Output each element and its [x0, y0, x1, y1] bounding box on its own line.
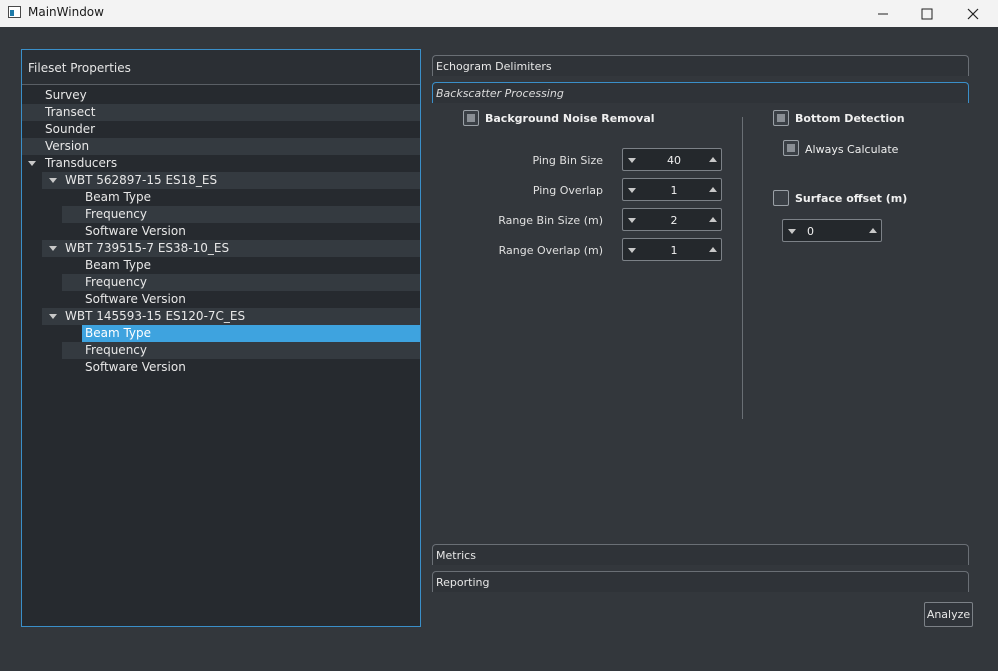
range-overlap-spinbox[interactable]: 1 [622, 238, 722, 261]
tree-item-label: WBT 145593-15 ES120-7C_ES [65, 309, 246, 323]
tree-item-sounder[interactable]: Sounder [22, 121, 420, 138]
decrement-icon[interactable] [788, 229, 796, 234]
always-calculate-label: Always Calculate [805, 143, 899, 156]
tree-item-label: Sounder [45, 122, 96, 136]
tab-echogram-delimiters[interactable]: Echogram Delimiters [432, 55, 969, 76]
fileset-properties-panel: Fileset Properties Survey Transect Sound… [21, 49, 421, 627]
tree-item-beam-type[interactable]: Beam Type [62, 189, 420, 206]
tree-item-software-version[interactable]: Software Version [62, 223, 420, 240]
tab-label: Metrics [436, 549, 476, 562]
tree-item-label: WBT 739515-7 ES38-10_ES [65, 241, 230, 255]
fileset-properties-title: Fileset Properties [28, 61, 131, 75]
decrement-icon[interactable] [628, 188, 636, 193]
fileset-properties-header: Fileset Properties [22, 50, 420, 85]
surface-offset-spinbox[interactable]: 0 [782, 219, 882, 242]
tree-item-label: Frequency [85, 275, 147, 289]
decrement-icon[interactable] [628, 218, 636, 223]
tree-item-beam-type[interactable]: Beam Type [62, 257, 420, 274]
range-overlap-value: 1 [670, 244, 678, 257]
tree-item-label: Transect [45, 105, 96, 119]
minimize-icon [878, 13, 888, 14]
tree-item-label: Version [45, 139, 90, 153]
tab-label: Echogram Delimiters [436, 60, 552, 73]
tab-label: Reporting [436, 576, 490, 589]
tree-item-transducer-2[interactable]: WBT 739515-7 ES38-10_ES [42, 240, 420, 257]
analyze-button[interactable]: Analyze [924, 602, 973, 627]
tree-item-label: Software Version [85, 360, 186, 374]
main-window: MainWindow Fileset Properties Survey Tra… [0, 0, 998, 671]
tree-item-version[interactable]: Version [22, 138, 420, 155]
always-calculate-checkbox[interactable] [783, 140, 799, 156]
increment-icon[interactable] [709, 247, 717, 252]
tree-item-beam-type-selected[interactable]: Beam Type [82, 325, 420, 342]
background-noise-removal-label: Background Noise Removal [485, 112, 655, 125]
minimize-button[interactable] [860, 0, 906, 27]
ping-overlap-spinbox[interactable]: 1 [622, 178, 722, 201]
ping-overlap-label: Ping Overlap [532, 184, 603, 197]
tab-metrics[interactable]: Metrics [432, 544, 969, 565]
vertical-divider [742, 117, 743, 419]
tab-reporting[interactable]: Reporting [432, 571, 969, 592]
tree-item-transducer-3[interactable]: WBT 145593-15 ES120-7C_ES [42, 308, 420, 325]
background-noise-removal-checkbox[interactable] [463, 110, 479, 126]
maximize-button[interactable] [904, 0, 950, 27]
expand-arrow-icon[interactable] [49, 178, 57, 183]
tree-item-label: Software Version [85, 292, 186, 306]
close-button[interactable] [950, 0, 996, 27]
increment-icon[interactable] [869, 228, 877, 233]
close-icon [967, 8, 979, 19]
tree-item-label: Frequency [85, 343, 147, 357]
tree-item-label: WBT 562897-15 ES18_ES [65, 173, 218, 187]
ping-bin-size-label: Ping Bin Size [532, 154, 603, 167]
bottom-detection-checkbox[interactable] [773, 110, 789, 126]
maximize-icon [921, 8, 933, 19]
expand-arrow-icon[interactable] [49, 246, 57, 251]
tree-item-frequency[interactable]: Frequency [62, 206, 420, 223]
increment-icon[interactable] [709, 217, 717, 222]
tree-item-label: Beam Type [85, 190, 152, 204]
surface-offset-label: Surface offset (m) [795, 192, 908, 205]
app-window-icon [8, 6, 21, 18]
surface-offset-value: 0 [807, 225, 814, 238]
tree-item-label: Frequency [85, 207, 147, 221]
ping-overlap-value: 1 [670, 184, 678, 197]
tree-item-frequency[interactable]: Frequency [62, 274, 420, 291]
increment-icon[interactable] [709, 157, 717, 162]
tab-backscatter-processing[interactable]: Backscatter Processing [432, 82, 969, 103]
ping-bin-size-spinbox[interactable]: 40 [622, 148, 722, 171]
surface-offset-checkbox[interactable] [773, 190, 789, 206]
decrement-icon[interactable] [628, 158, 636, 163]
window-title: MainWindow [28, 5, 104, 19]
tree-item-software-version[interactable]: Software Version [62, 291, 420, 308]
decrement-icon[interactable] [628, 248, 636, 253]
tree-item-label: Software Version [85, 224, 186, 238]
range-bin-size-spinbox[interactable]: 2 [622, 208, 722, 231]
tree-item-label: Beam Type [85, 326, 152, 340]
ping-bin-size-value: 40 [667, 154, 681, 167]
expand-arrow-icon[interactable] [49, 314, 57, 319]
expand-arrow-icon[interactable] [28, 161, 36, 166]
bottom-detection-label: Bottom Detection [795, 112, 905, 125]
range-overlap-label: Range Overlap (m) [498, 244, 603, 257]
tree-item-survey[interactable]: Survey [22, 87, 420, 104]
tab-label: Backscatter Processing [436, 87, 564, 100]
increment-icon[interactable] [709, 187, 717, 192]
tree-item-label: Transducers [45, 156, 118, 170]
tree-item-label: Survey [45, 88, 87, 102]
tree-item-frequency[interactable]: Frequency [62, 342, 420, 359]
tree-item-transducers[interactable]: Transducers [22, 155, 420, 172]
range-bin-size-label: Range Bin Size (m) [498, 214, 603, 227]
tree-item-transect[interactable]: Transect [22, 104, 420, 121]
range-bin-size-value: 2 [670, 214, 678, 227]
title-bar: MainWindow [0, 0, 998, 27]
tree-item-label: Beam Type [85, 258, 152, 272]
tree-item-software-version[interactable]: Software Version [62, 359, 420, 376]
tree-item-transducer-1[interactable]: WBT 562897-15 ES18_ES [42, 172, 420, 189]
